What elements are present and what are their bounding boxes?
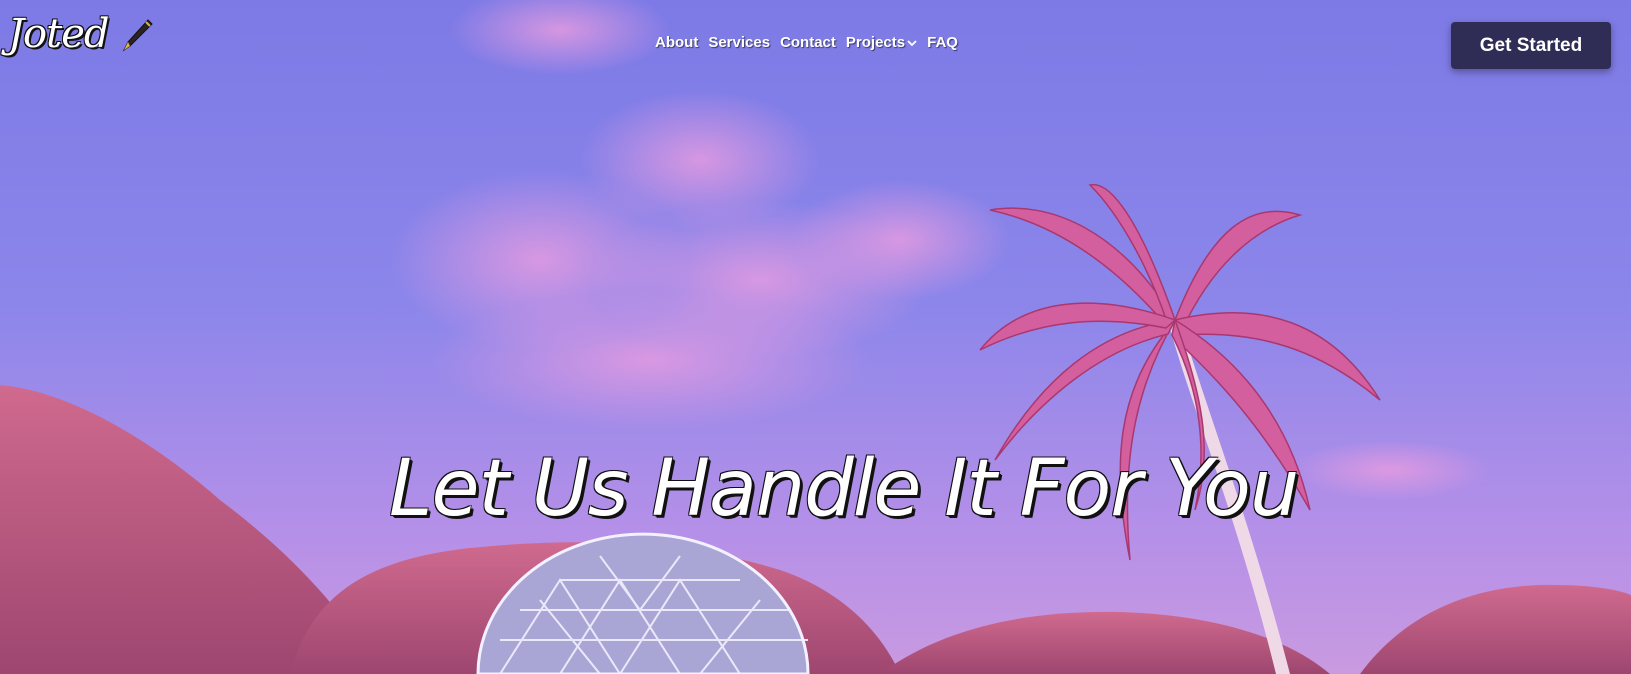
headline-word: You bbox=[1165, 444, 1299, 535]
chevron-down-icon bbox=[907, 39, 917, 46]
brand-logo[interactable]: Joted bbox=[8, 14, 158, 54]
nav-link-services[interactable]: Services bbox=[708, 34, 770, 51]
top-navbar: Joted About Services Contact Projects FA… bbox=[0, 0, 1631, 90]
nav-link-projects-label: Projects bbox=[845, 34, 906, 51]
nav-link-faq[interactable]: FAQ bbox=[927, 34, 958, 51]
headline-word: For bbox=[1019, 444, 1143, 535]
hero-background-image bbox=[0, 0, 1631, 674]
headline-word: It bbox=[944, 444, 997, 535]
headline-word: Handle bbox=[651, 444, 921, 535]
nav-link-contact[interactable]: Contact bbox=[780, 34, 836, 51]
nav-link-projects[interactable]: Projects bbox=[846, 34, 917, 51]
get-started-button[interactable]: Get Started bbox=[1451, 22, 1611, 69]
brand-name: Joted bbox=[8, 11, 109, 57]
headline-word: Let bbox=[389, 444, 509, 535]
nav-link-about[interactable]: About bbox=[655, 34, 698, 51]
nav-links: About Services Contact Projects FAQ bbox=[655, 34, 958, 51]
hero-headline: Let Us Handle It For You bbox=[389, 444, 1299, 535]
headline-accent-word: Us bbox=[531, 444, 629, 535]
fountain-pen-icon bbox=[123, 19, 154, 52]
